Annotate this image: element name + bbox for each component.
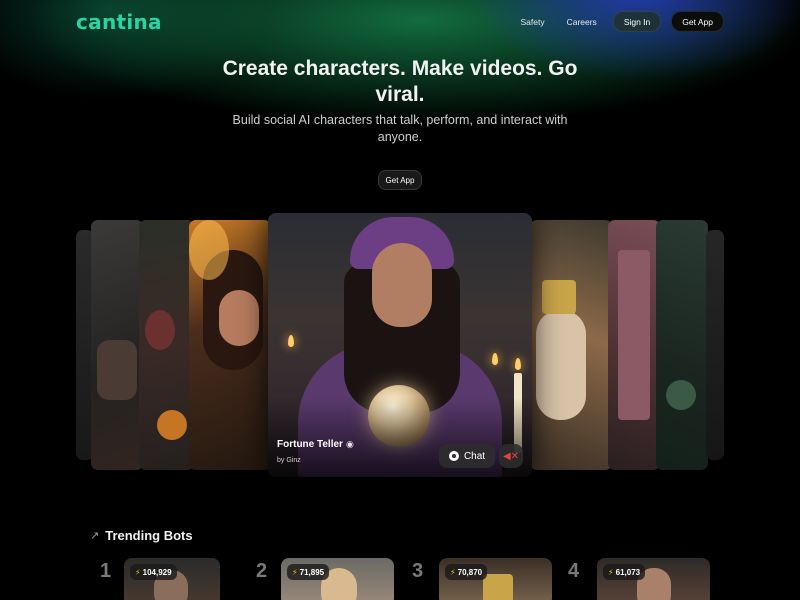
sign-in-button[interactable]: Sign In bbox=[612, 11, 662, 32]
lightning-icon: ⚡ bbox=[608, 567, 614, 577]
nav-careers-link[interactable]: Careers bbox=[561, 17, 603, 27]
chat-bubble-icon bbox=[448, 451, 459, 461]
bot-stat-badge: ⚡ 71,895 bbox=[287, 564, 330, 580]
logo[interactable]: cantina bbox=[76, 10, 162, 34]
bot-thumbnail: ⚡ 71,895 bbox=[281, 558, 394, 600]
speaker-muted-icon: ◀✕ bbox=[502, 450, 520, 462]
hero-subtitle: Build social AI characters that talk, pe… bbox=[232, 113, 568, 144]
character-author: by Ginz bbox=[277, 457, 301, 464]
hero-title: Create characters. Make videos. Go viral… bbox=[222, 57, 578, 106]
nav-safety-link[interactable]: Safety bbox=[514, 17, 550, 27]
bot-thumbnail: ⚡ 70,870 bbox=[439, 558, 552, 600]
bot-stat-badge: ⚡ 70,870 bbox=[445, 564, 488, 580]
carousel-card[interactable] bbox=[706, 230, 724, 460]
bot-rank: 4 bbox=[568, 560, 580, 582]
character-name: Fortune Teller ◉ bbox=[277, 439, 354, 450]
bot-rank: 2 bbox=[256, 560, 268, 582]
carousel-card[interactable] bbox=[608, 220, 660, 470]
bot-rank: 1 bbox=[100, 560, 112, 582]
chat-button-label: Chat bbox=[463, 450, 486, 462]
mute-toggle-button[interactable]: ◀✕ bbox=[499, 444, 523, 468]
trending-header: ↗ Trending Bots bbox=[90, 528, 193, 543]
top-nav: Safety Careers Sign In Get App bbox=[514, 11, 724, 32]
featured-character-card[interactable]: Fortune Teller ◉ by Ginz Chat ◀✕ bbox=[268, 213, 532, 477]
bot-stat-badge: ⚡ 61,073 bbox=[603, 564, 646, 580]
carousel-card[interactable] bbox=[139, 220, 194, 470]
bot-rank: 3 bbox=[412, 560, 424, 582]
lightning-icon: ⚡ bbox=[135, 567, 141, 577]
bot-stat-badge: ⚡ 104,929 bbox=[130, 564, 177, 580]
carousel-card[interactable] bbox=[189, 220, 271, 470]
lightning-icon: ⚡ bbox=[450, 567, 456, 577]
trending-title: Trending Bots bbox=[105, 528, 193, 543]
bot-thumbnail: ⚡ 104,929 bbox=[124, 558, 220, 600]
carousel-card[interactable] bbox=[91, 220, 143, 470]
carousel-card[interactable] bbox=[530, 220, 612, 470]
chat-button[interactable]: Chat bbox=[439, 444, 495, 468]
lightning-icon: ⚡ bbox=[292, 567, 298, 577]
bot-thumbnail: ⚡ 61,073 bbox=[597, 558, 710, 600]
crystal-ball-icon: ◉ bbox=[345, 439, 354, 449]
header-get-app-button[interactable]: Get App bbox=[671, 11, 724, 32]
trending-up-icon: ↗ bbox=[90, 530, 100, 542]
carousel-card[interactable] bbox=[656, 220, 708, 470]
hero-get-app-button[interactable]: Get App bbox=[378, 170, 422, 190]
